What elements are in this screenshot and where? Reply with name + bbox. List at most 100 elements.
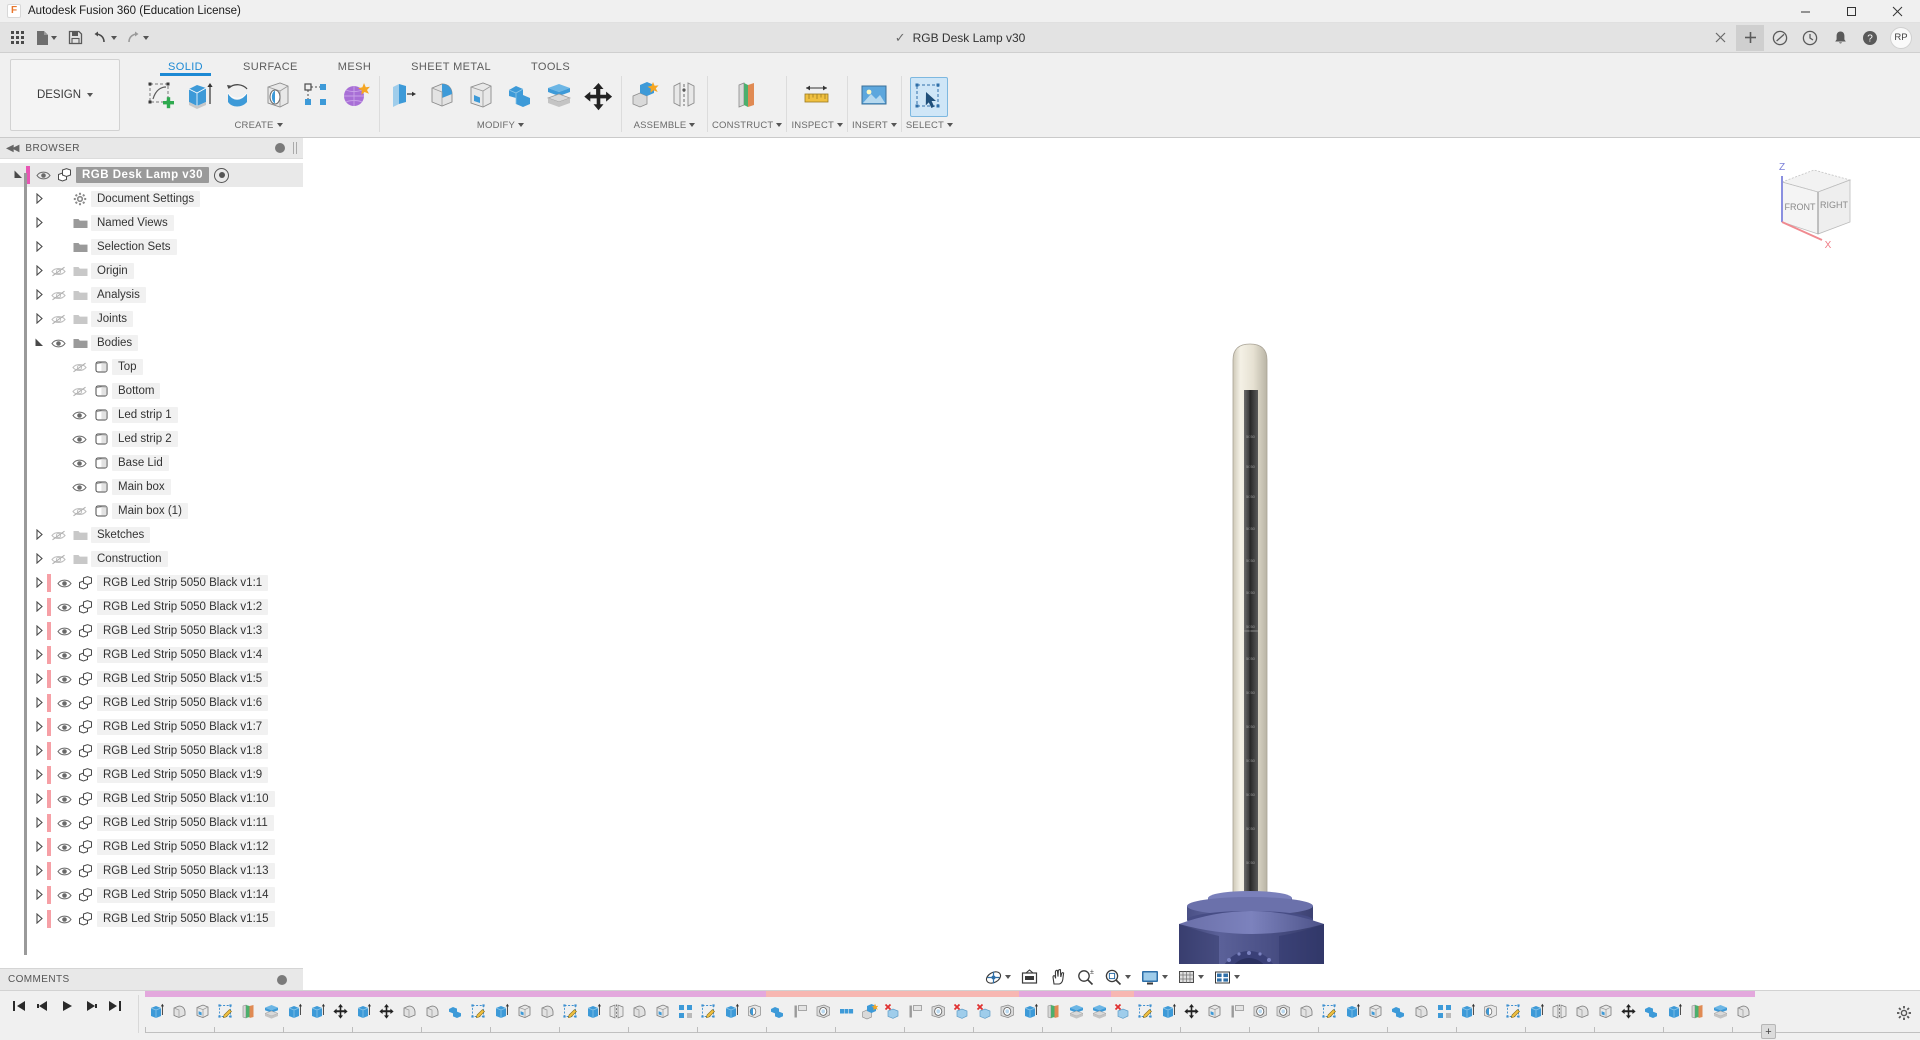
visibility-visible-icon[interactable] [68,458,90,469]
expand-arrow-icon[interactable] [31,672,47,686]
timeline-feature[interactable] [444,991,467,1025]
tree-item[interactable]: RGB Led Strip 5050 Black v1:9 [0,763,303,787]
timeline-feature[interactable] [743,991,766,1025]
tree-item[interactable]: RGB Led Strip 5050 Black v1:2 [0,595,303,619]
expand-arrow-icon[interactable] [31,792,47,806]
tab-mesh[interactable]: MESH [318,61,391,76]
visibility-visible-icon[interactable] [53,866,75,877]
tree-item[interactable]: RGB Led Strip 5050 Black v1:10 [0,787,303,811]
tree-item[interactable]: RGB Led Strip 5050 Black v1:4 [0,643,303,667]
comments-panel[interactable]: COMMENTS [0,968,303,990]
visibility-visible-icon[interactable] [53,818,75,829]
design-canvas[interactable]: 5050 5050 5050 5050 5050 5050 5050 5050 5050… [303,138,1920,968]
tree-item[interactable]: Main box [0,475,303,499]
timeline-feature[interactable] [1686,991,1709,1025]
shell-icon[interactable] [462,77,500,117]
expand-arrow-icon[interactable] [31,264,47,278]
visibility-visible-icon[interactable] [47,338,69,349]
tree-item[interactable]: RGB Led Strip 5050 Black v1:11 [0,811,303,835]
hole-icon[interactable] [259,77,297,117]
tab-sheet-metal[interactable]: SHEET METAL [391,61,511,76]
minimize-button[interactable] [1782,0,1828,23]
recent-icon[interactable] [1796,25,1824,51]
expand-arrow-icon[interactable] [31,288,47,302]
timeline-feature[interactable] [1548,991,1571,1025]
timeline-feature[interactable] [1295,991,1318,1025]
timeline-feature[interactable] [812,991,835,1025]
timeline-feature[interactable] [973,991,996,1025]
new-document-icon[interactable] [32,26,60,50]
timeline-feature[interactable] [674,991,697,1025]
tree-item[interactable]: Main box (1) [0,499,303,523]
visibility-visible-icon[interactable] [68,482,90,493]
help-icon[interactable]: ? [1856,25,1884,51]
press-pull-icon[interactable] [384,77,422,117]
job-status-icon[interactable] [1766,25,1794,51]
visibility-visible-icon[interactable] [53,626,75,637]
visibility-visible-icon[interactable] [53,770,75,781]
combine-icon[interactable] [501,77,539,117]
timeline-feature[interactable] [1571,991,1594,1025]
visibility-hidden-icon[interactable] [47,314,69,325]
measure-icon[interactable] [798,77,836,117]
tree-item[interactable]: Bodies [0,331,303,355]
timeline-feature[interactable] [1249,991,1272,1025]
expand-arrow-icon[interactable] [31,648,47,662]
expand-arrow-icon[interactable] [31,552,47,566]
tab-tools[interactable]: TOOLS [511,61,590,76]
pan-icon[interactable] [1044,965,1071,989]
timeline-feature[interactable] [145,991,168,1025]
timeline-feature[interactable] [1640,991,1663,1025]
new-component-icon[interactable] [626,77,664,117]
zoom-icon[interactable]: ± [1072,965,1099,989]
tab-solid[interactable]: SOLID [148,61,223,76]
visibility-hidden-icon[interactable] [68,386,90,397]
visibility-visible-icon[interactable] [68,410,90,421]
timeline-feature[interactable] [789,991,812,1025]
tree-item[interactable]: Construction [0,547,303,571]
visibility-visible-icon[interactable] [53,602,75,613]
tree-item[interactable]: Origin [0,259,303,283]
timeline-feature[interactable] [628,991,651,1025]
viewports-icon[interactable] [1209,965,1244,989]
timeline-settings-gear-icon[interactable] [1896,1005,1912,1026]
timeline-feature[interactable] [1479,991,1502,1025]
panel-title-assemble[interactable]: ASSEMBLE [634,118,696,132]
timeline-feature[interactable] [720,991,743,1025]
visibility-visible-icon[interactable] [53,746,75,757]
tree-item[interactable]: RGB Led Strip 5050 Black v1:1 [0,571,303,595]
tree-item[interactable]: Sketches [0,523,303,547]
tree-item[interactable]: RGB Led Strip 5050 Black v1:8 [0,739,303,763]
expand-arrow-icon[interactable] [31,744,47,758]
timeline-feature[interactable] [996,991,1019,1025]
play-icon[interactable] [56,995,78,1017]
panel-title-select[interactable]: SELECT [906,118,954,132]
expand-arrow-icon[interactable] [31,864,47,878]
panel-title-construct[interactable]: CONSTRUCT [712,118,783,132]
browser-tree[interactable]: RGB Desk Lamp v30 Document Settings Named … [0,159,303,963]
timeline-feature[interactable] [605,991,628,1025]
timeline-feature[interactable] [214,991,237,1025]
tree-item[interactable]: RGB Led Strip 5050 Black v1:13 [0,859,303,883]
visibility-hidden-icon[interactable] [47,530,69,541]
create-sketch-icon[interactable] [142,77,180,117]
tree-item[interactable]: Selection Sets [0,235,303,259]
rectangular-pattern-icon[interactable] [298,77,336,117]
timeline-feature[interactable] [490,991,513,1025]
step-back-icon[interactable] [32,995,54,1017]
expand-arrow-icon[interactable] [31,720,47,734]
tree-item[interactable]: RGB Led Strip 5050 Black v1:6 [0,691,303,715]
orbit-icon[interactable] [980,965,1015,989]
form-icon[interactable] [337,77,375,117]
timeline-feature[interactable] [582,991,605,1025]
timeline-feature[interactable] [559,991,582,1025]
timeline-feature[interactable] [1226,991,1249,1025]
timeline-feature[interactable] [1387,991,1410,1025]
save-icon[interactable] [62,26,88,50]
close-window-button[interactable] [1874,0,1920,23]
timeline-feature[interactable] [835,991,858,1025]
timeline-feature[interactable] [1502,991,1525,1025]
browser-resize-grip[interactable] [293,142,297,154]
timeline-feature[interactable] [927,991,950,1025]
avatar[interactable]: RP [1890,26,1912,49]
